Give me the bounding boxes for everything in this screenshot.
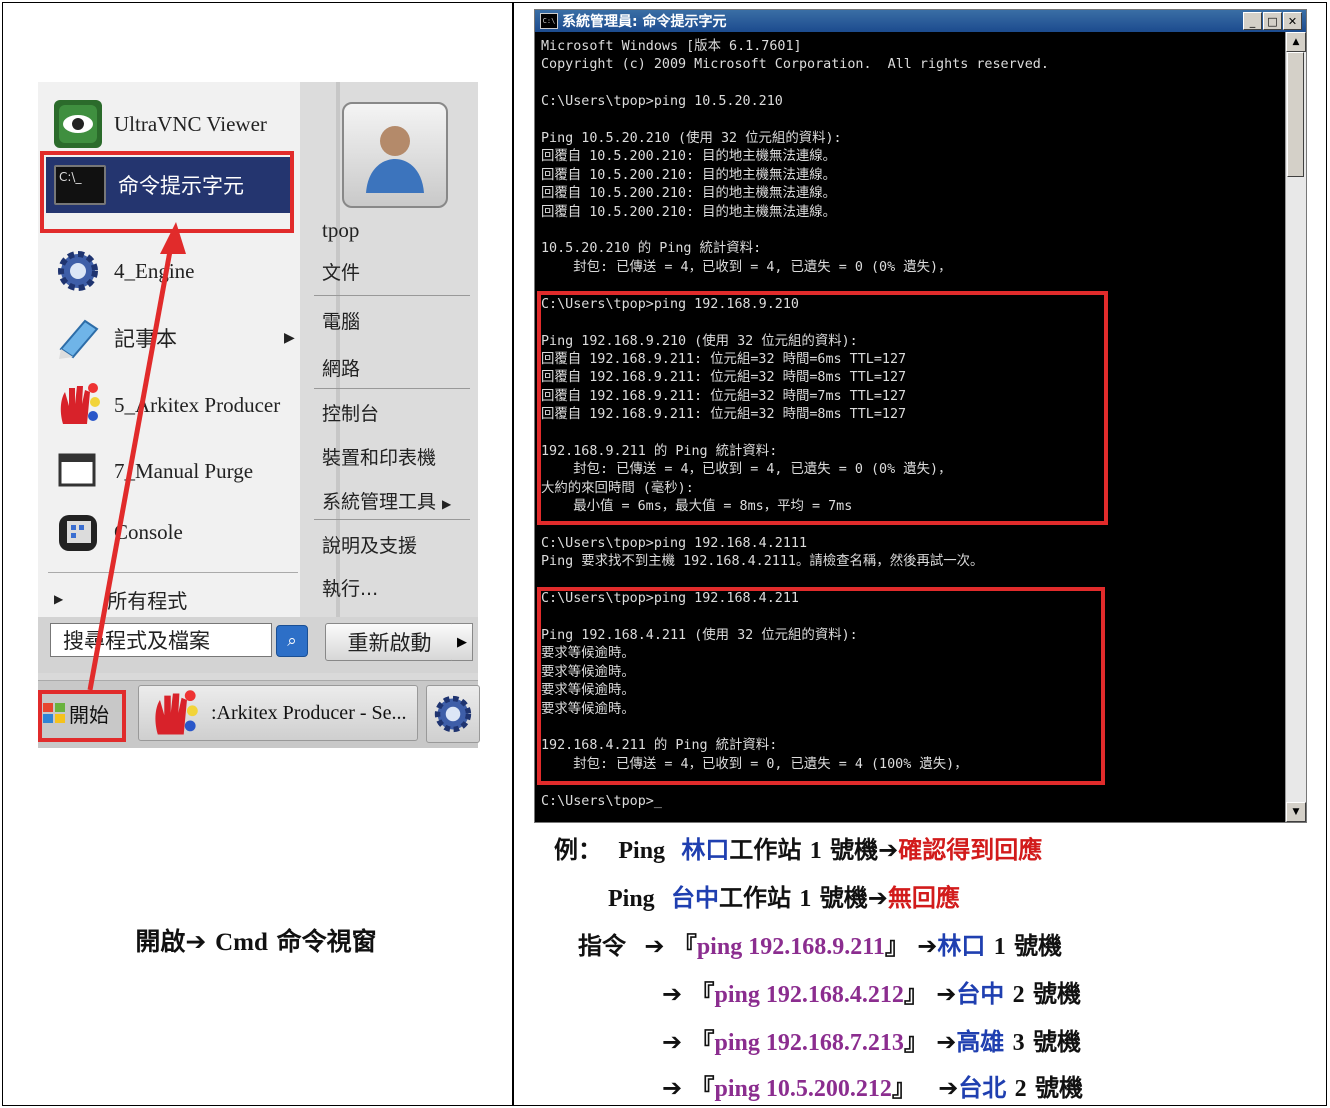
machine-number: 1 — [809, 838, 822, 864]
caption-suffix: 命令視窗 — [276, 927, 377, 956]
station-word: 工作站 — [719, 884, 792, 912]
quote-close: 』 — [884, 932, 909, 960]
command-line-3: ➔ 『ping 192.168.7.213』 ➔高雄 3 號機 — [662, 1022, 1081, 1057]
highlight-box-ping-timeout — [537, 587, 1105, 785]
arrow-icon: ➔ — [878, 836, 899, 864]
ping-word: Ping — [608, 886, 655, 912]
site-name: 台中 — [671, 884, 720, 912]
site-name: 高雄 — [956, 1028, 1005, 1056]
machine-number: 1 — [799, 886, 812, 912]
close-button[interactable]: ✕ — [1283, 12, 1302, 30]
station-word: 工作站 — [729, 836, 802, 864]
command-text: ping 192.168.7.213 — [714, 1030, 904, 1056]
command-text: ping 192.168.4.212 — [714, 982, 904, 1008]
command-label: 指令 — [578, 932, 626, 960]
machine-number: 3 — [1012, 1030, 1025, 1056]
quote-open: 『 — [690, 1028, 715, 1056]
highlight-box-ping-success — [537, 291, 1108, 525]
machine-number: 1 — [993, 934, 1006, 960]
caption-en: Cmd — [215, 929, 268, 956]
column-divider — [512, 2, 514, 1106]
example-line-2: Ping 台中工作站 1 號機➔無回應 — [608, 878, 960, 913]
arrow-icon: ➔ — [936, 980, 957, 1008]
pointer-arrow — [87, 222, 186, 691]
machine-number: 2 — [1014, 1076, 1027, 1102]
machine-unit: 號機 — [1035, 1074, 1084, 1102]
arrow-icon: ➔ — [644, 932, 665, 960]
arrow-icon: ➔ — [917, 932, 938, 960]
command-line-1: 指令 ➔ 『ping 192.168.9.211』 ➔林口 1 號機 — [578, 926, 1062, 961]
window-titlebar[interactable]: C:\ 系統管理員: 命令提示字元 _ □ ✕ — [535, 10, 1306, 32]
window-controls: _ □ ✕ — [1243, 12, 1302, 30]
quote-open: 『 — [690, 980, 715, 1008]
arrow-icon: ➔ — [662, 980, 683, 1008]
machine-unit: 號機 — [1014, 932, 1063, 960]
site-name: 林口 — [937, 932, 986, 960]
arrow-icon: ➔ — [867, 884, 888, 912]
ping-word: Ping — [618, 838, 666, 864]
window-title: 系統管理員: 命令提示字元 — [562, 14, 727, 30]
arrow-icon: ➔ — [185, 927, 207, 956]
vertical-scrollbar[interactable]: ▲ ▼ — [1285, 32, 1306, 822]
machine-number: 2 — [1012, 982, 1025, 1008]
command-text: ping 10.5.200.212 — [714, 1076, 892, 1102]
site-name: 台中 — [956, 980, 1005, 1008]
minimize-button[interactable]: _ — [1243, 12, 1262, 30]
quote-close: 』 — [903, 980, 928, 1008]
machine-unit: 號機 — [830, 836, 879, 864]
arrow-icon: ➔ — [936, 1028, 957, 1056]
example-label: 例： — [554, 836, 602, 864]
arrow-icon: ➔ — [662, 1074, 683, 1102]
machine-unit: 號機 — [1033, 980, 1082, 1008]
command-line-4: ➔ 『ping 10.5.200.212』 ➔台北 2 號機 — [662, 1068, 1083, 1103]
scroll-down-icon[interactable]: ▼ — [1286, 802, 1306, 822]
caption-prefix: 開啟 — [135, 927, 186, 956]
site-name: 林口 — [681, 836, 730, 864]
arrow-icon: ➔ — [938, 1074, 959, 1102]
quote-open: 『 — [690, 1074, 715, 1102]
scroll-up-icon[interactable]: ▲ — [1286, 32, 1306, 52]
maximize-button[interactable]: □ — [1263, 12, 1282, 30]
quote-close: 』 — [903, 1028, 928, 1056]
example-line-1: 例： Ping 林口工作站 1 號機➔確認得到回應 — [554, 830, 1042, 865]
command-line-2: ➔ 『ping 192.168.4.212』 ➔台中 2 號機 — [662, 974, 1081, 1009]
quote-close: 』 — [891, 1074, 916, 1102]
scroll-thumb[interactable] — [1287, 52, 1304, 177]
site-name: 台北 — [958, 1074, 1007, 1102]
console-window-icon: C:\ — [540, 13, 558, 29]
command-text: ping 192.168.9.211 — [696, 934, 885, 960]
machine-unit: 號機 — [819, 884, 868, 912]
machine-unit: 號機 — [1033, 1028, 1082, 1056]
left-caption: 開啟➔ Cmd 命令視窗 — [0, 922, 512, 958]
result-text: 確認得到回應 — [898, 836, 1043, 864]
quote-open: 『 — [672, 932, 697, 960]
result-text: 無回應 — [887, 884, 960, 912]
arrow-icon: ➔ — [662, 1028, 683, 1056]
